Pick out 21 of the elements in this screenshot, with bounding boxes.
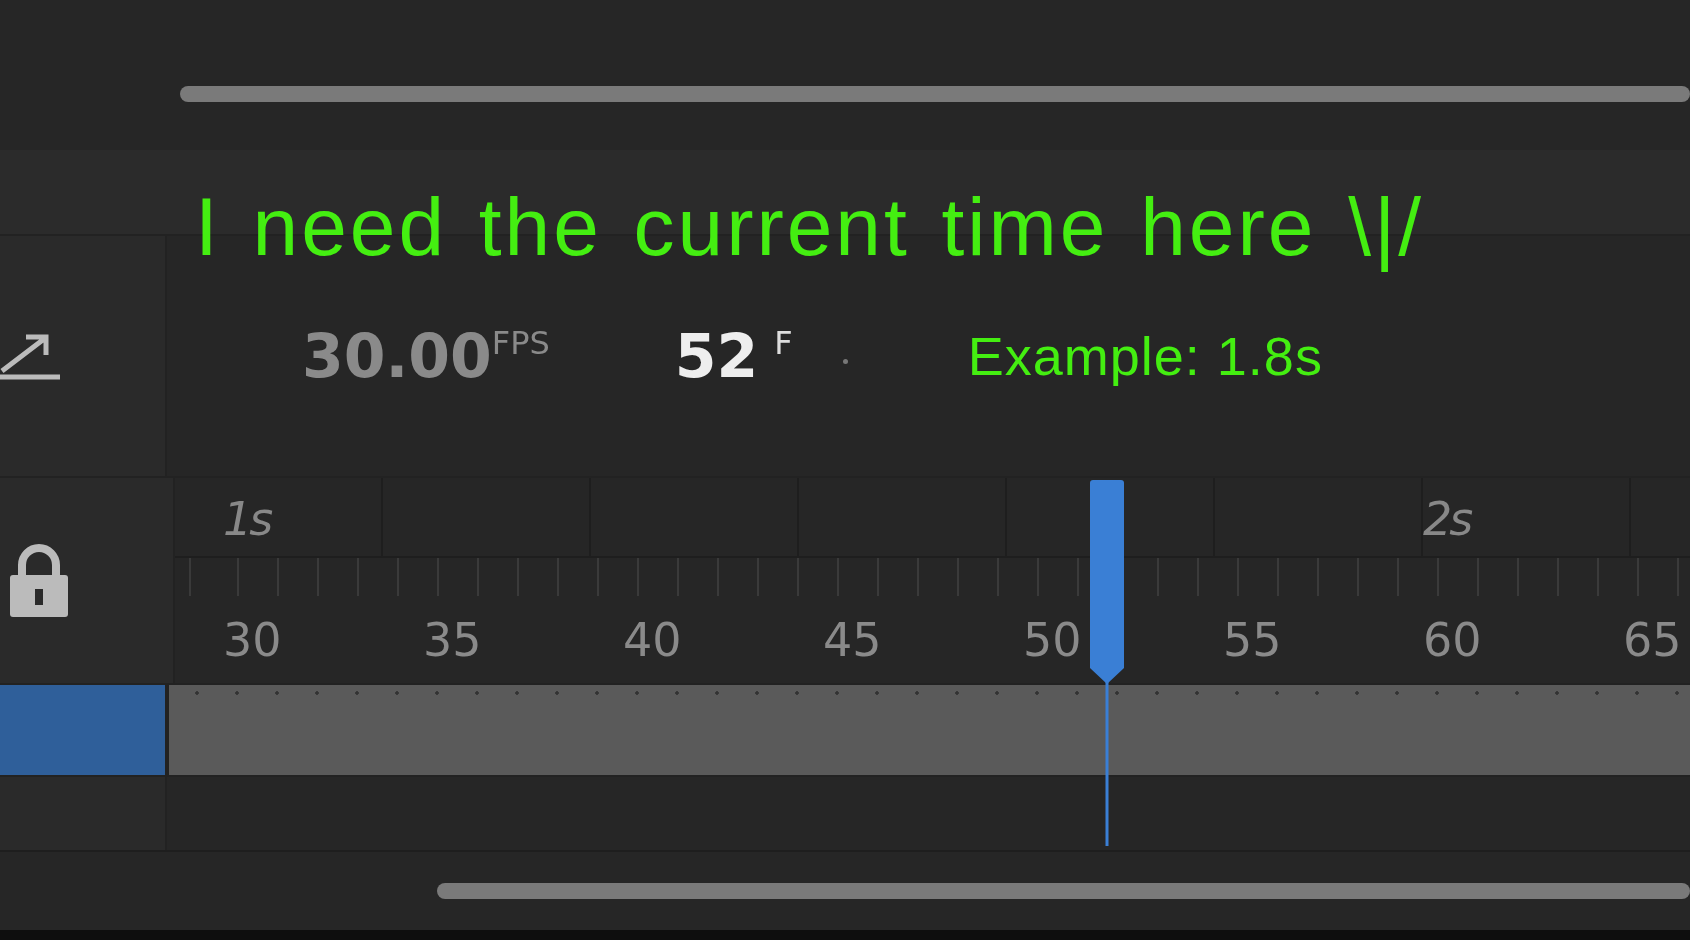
frame-number: 65	[1623, 612, 1683, 667]
frame-unit: F	[774, 324, 793, 362]
fps-unit: FPS	[491, 324, 550, 362]
scrollbar[interactable]	[180, 86, 1690, 102]
layer-header[interactable]	[0, 685, 169, 775]
playhead[interactable]	[1088, 480, 1125, 846]
lock-icon[interactable]	[8, 542, 70, 619]
second-label: 1s	[223, 491, 272, 548]
frame-number: 55	[1223, 612, 1283, 667]
frame-number: 30	[223, 612, 283, 667]
frame-number: 50	[1023, 612, 1083, 667]
frame-number: 40	[623, 612, 683, 667]
frame-number: 60	[1423, 612, 1483, 667]
fps-value: 30.00	[302, 326, 492, 386]
second-label: 2s	[1423, 491, 1472, 548]
annotation-example: Example: 1.8s	[967, 325, 1323, 387]
frame-number: 35	[423, 612, 483, 667]
frame-number: 45	[823, 612, 883, 667]
dot-icon	[842, 358, 848, 364]
scrollbar[interactable]	[437, 883, 1690, 899]
frame-value: 52	[674, 326, 759, 386]
